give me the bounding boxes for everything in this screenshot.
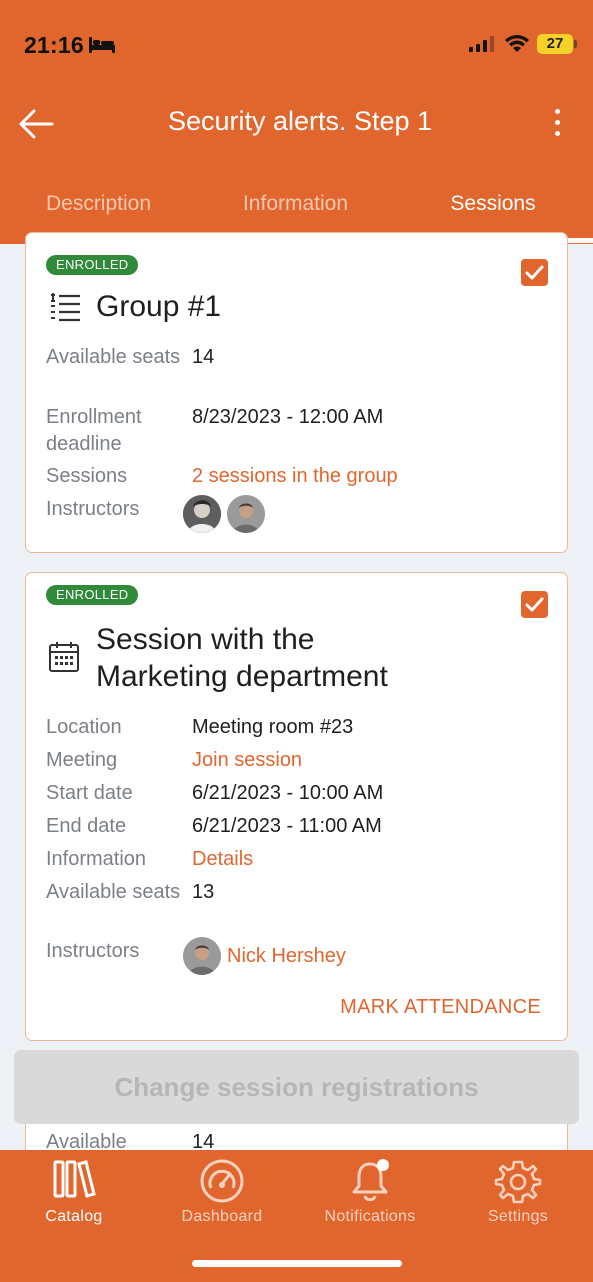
join-session-link[interactable]: Join session [192,747,302,774]
catalog-icon [53,1160,96,1198]
nav-label-notifications: Notifications [324,1208,416,1225]
information-label: Information [46,848,147,870]
session-title-line1: Session with the [96,623,315,656]
page-title: Security alerts. Step 1 [167,106,433,136]
mark-attendance-button[interactable]: MARK ATTENDANCE [340,996,541,1019]
more-dot [554,120,560,125]
list-icon [51,293,80,322]
instructors-label: Instructors [46,498,140,520]
tab-sessions[interactable]: Sessions [393,192,593,216]
enrolled-badge: ENROLLED [46,255,139,275]
nav-settings[interactable]: Settings [444,1150,592,1240]
instructor-name-link[interactable]: Nick Hershey [227,943,346,970]
person-photo-icon [183,937,221,975]
calendar-icon [49,642,79,672]
session-card[interactable]: ENROLLED Session with the Marketing depa… [25,572,568,1041]
gear-icon [494,1160,542,1204]
sessions-link[interactable]: 2 sessions in the group [192,463,398,490]
more-dot [554,131,560,136]
group-checkbox[interactable] [521,259,548,286]
checkmark-icon [525,265,544,280]
available-seats-label: Available seats [46,881,181,903]
instructor-avatar[interactable] [227,495,265,533]
enrolled-badge: ENROLLED [46,585,139,605]
nav-dashboard[interactable]: Dashboard [148,1150,296,1240]
bell-icon [352,1159,389,1202]
available-seats-label: Available seats [46,346,181,368]
group-card[interactable]: ENROLLED Group #1 Available seats 14 Enr… [25,232,568,553]
start-date-label: Start date [46,782,133,804]
battery-indicator: 27 [537,34,573,54]
back-button[interactable] [18,108,54,140]
instructor-avatar[interactable] [183,495,221,533]
location-label: Location [46,716,122,738]
end-date-label: End date [46,815,127,837]
start-date-value: 6/21/2023 - 10:00 AM [192,782,384,804]
nav-notifications[interactable]: Notifications [296,1150,444,1240]
meeting-label: Meeting [46,749,118,771]
person-photo-icon [183,495,221,533]
home-indicator [192,1260,402,1267]
arrow-left-icon [19,109,54,139]
enrollment-deadline-value: 8/23/2023 - 12:00 AM [192,406,384,428]
status-time: 21:16 [24,32,84,58]
person-photo-icon [227,495,265,533]
nav-label-dashboard: Dashboard [181,1208,263,1225]
group-title: Group #1 [96,290,222,323]
nav-label-settings: Settings [487,1208,549,1225]
app-header: 21:16 27 Security alerts. Step 1 Descrip… [0,0,593,244]
cellular-signal-icon [469,36,494,52]
tab-description[interactable]: Description [0,192,197,216]
instructor-avatar[interactable] [183,937,221,975]
end-date-value: 6/21/2023 - 11:00 AM [192,815,382,837]
available-seats-value: 14 [192,346,215,368]
screen: 21:16 27 Security alerts. Step 1 Descrip… [0,0,593,1282]
available-seats-value: 13 [192,881,215,903]
nav-label-catalog: Catalog [45,1208,103,1225]
change-session-registrations-button[interactable]: Change session registrations [14,1050,579,1124]
more-dot [554,109,560,114]
location-value: Meeting room #23 [192,716,354,738]
session-title-line2: Marketing department [96,660,388,693]
bed-icon [89,37,115,53]
checkmark-icon [525,597,544,612]
tab-information[interactable]: Information [197,192,394,216]
wifi-icon [505,35,529,52]
details-link[interactable]: Details [192,846,253,873]
more-options-button[interactable] [548,106,566,142]
battery-cap [574,40,577,48]
dashboard-icon [200,1159,244,1203]
status-bar: 21:16 27 [0,0,593,90]
enrollment-deadline-label: Enrollment deadline [46,406,142,455]
sessions-label: Sessions [46,465,128,487]
nav-catalog[interactable]: Catalog [0,1150,148,1240]
instructors-label: Instructors [46,940,140,962]
session-checkbox[interactable] [521,591,548,618]
